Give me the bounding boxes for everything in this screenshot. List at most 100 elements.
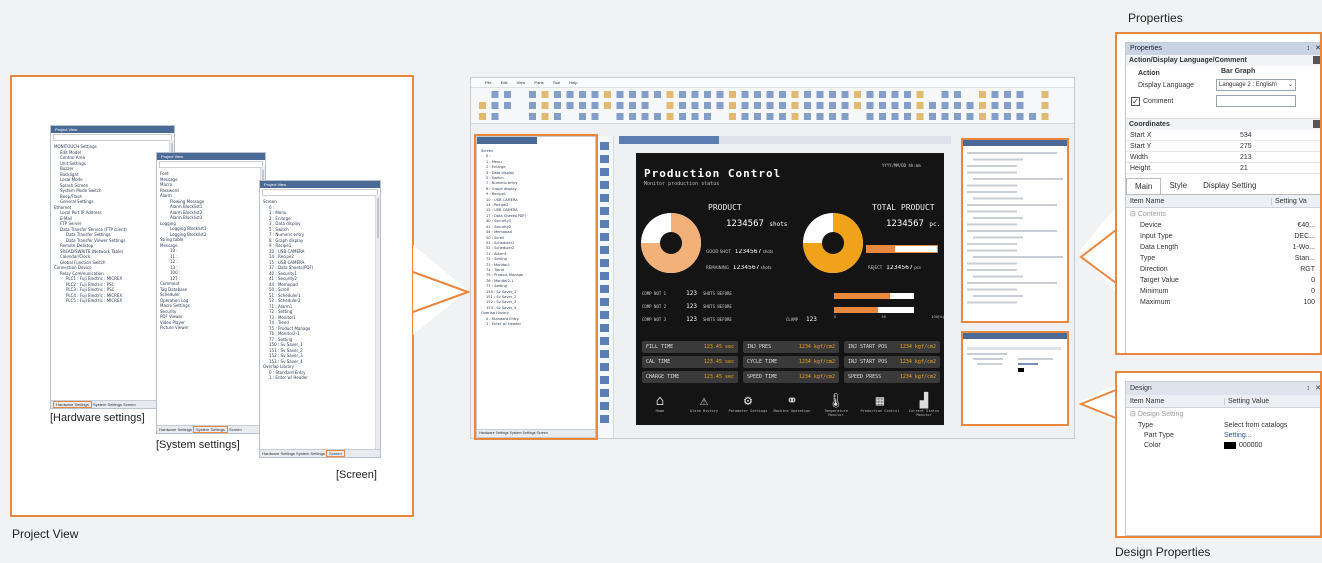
nav-button[interactable]: 🌡 Temperature Monitor	[816, 393, 856, 417]
tab-screen[interactable]: Screen	[326, 450, 345, 457]
nav-button[interactable]: ⚠ Alarm History	[684, 393, 724, 413]
shots-before-label: SHOTS BEFORE	[703, 291, 732, 296]
color-value: 000000	[1239, 442, 1262, 449]
nav-button[interactable]: ⚙ Parameter Settings	[728, 393, 768, 413]
property-row[interactable]: Maximum 100	[1126, 297, 1322, 308]
tree-item[interactable]: Picture Viewer	[160, 325, 259, 331]
coordinate-row[interactable]: Height 21	[1126, 163, 1322, 174]
property-row[interactable]: Data Length 1-Wo...	[1126, 242, 1322, 253]
pin-icon[interactable]: ↕	[1307, 382, 1311, 395]
property-value: DEC...	[1275, 233, 1315, 240]
menu-edit[interactable]: Edit	[501, 80, 508, 85]
screen-label: [Screen]	[336, 469, 377, 481]
nav-button[interactable]: ⚭ Machine Operation	[772, 393, 812, 413]
collapse-icon[interactable]	[1313, 120, 1321, 128]
coordinate-row[interactable]: Start X 534	[1126, 130, 1322, 141]
close-icon[interactable]: ✕	[1315, 43, 1321, 55]
property-row[interactable]: Target Value 0	[1126, 275, 1322, 286]
hmi-screen-canvas[interactable]: Production Control Monitor production st…	[636, 153, 944, 425]
tree-item[interactable]: 1 : Enter w/ Header	[263, 375, 374, 381]
tab-bar: Hardware Settings System Settings Screen	[157, 425, 265, 433]
color-swatch[interactable]	[1224, 442, 1236, 449]
coordinate-row[interactable]: Start Y 275	[1126, 141, 1322, 152]
nav-label: Production Control	[860, 409, 900, 413]
collapse-minus-icon: ⊟	[1130, 211, 1138, 218]
design-setting-group[interactable]: ⊟ Design Setting	[1126, 408, 1322, 420]
property-row[interactable]: Direction RGT	[1126, 264, 1322, 275]
bar-graph-1[interactable]	[834, 293, 914, 299]
tab-system-settings[interactable]: System Settings	[296, 451, 325, 456]
search-input[interactable]	[159, 161, 263, 168]
scrollbar[interactable]	[375, 195, 380, 449]
coordinate-label: Start X	[1130, 132, 1240, 139]
nav-button[interactable]: ⌂ Home	[640, 393, 680, 413]
bar-graph-2[interactable]	[834, 307, 914, 313]
property-row[interactable]: Minimum 0	[1126, 286, 1322, 297]
bar-graph-selected[interactable]	[866, 245, 938, 253]
nav-button[interactable]: ▦ Production Control	[860, 393, 900, 413]
tab-display-setting[interactable]: Display Setting	[1195, 178, 1264, 194]
property-row[interactable]: Device €40...	[1126, 220, 1322, 231]
tab-style[interactable]: Style	[1161, 178, 1195, 194]
toolbar-icons[interactable]	[471, 88, 1071, 124]
display-language-label: Display Language	[1138, 82, 1194, 89]
collapse-icon[interactable]	[1313, 56, 1321, 64]
coordinate-row[interactable]: Width 213	[1126, 152, 1322, 163]
comment-checkbox[interactable]: ✓	[1131, 97, 1140, 106]
tab-bar: Hardware Settings System Settings Screen	[260, 449, 380, 457]
property-value: €40...	[1275, 222, 1315, 229]
menu-view[interactable]: View	[517, 80, 526, 85]
menu-parts[interactable]: Parts	[534, 80, 543, 85]
search-input[interactable]	[53, 134, 172, 141]
clamp-value: 123	[806, 316, 817, 323]
menu-tool[interactable]: Tool	[553, 80, 560, 85]
close-icon[interactable]: ✕	[1315, 382, 1321, 395]
tab-screen[interactable]: Screen	[229, 427, 242, 432]
pill-value: 123.45 sec	[704, 371, 734, 383]
type-row[interactable]: Type Select from catalogs	[1126, 420, 1322, 430]
tab-screen[interactable]: Screen	[123, 402, 136, 407]
main-rows: Device €40... Input Type DEC... Data Length 1…	[1126, 220, 1322, 308]
tree-item[interactable]: PLC5 : Fuji Electric : MICREX	[54, 298, 168, 304]
display-language-select[interactable]: Language 2 : English\ ⌄	[1216, 79, 1296, 91]
status-pill: FILL TIME 123.45 sec	[642, 341, 738, 353]
tab-hardware-settings[interactable]: Hardware Settings	[262, 451, 295, 456]
good-shot-unit: shots	[763, 249, 774, 254]
tab-hardware-settings[interactable]: Hardware Settings	[159, 427, 192, 432]
column-setting-value: Setting Va	[1271, 198, 1307, 205]
tab-system-settings[interactable]: System Settings	[93, 402, 122, 407]
pin-icon[interactable]: ↕	[1307, 43, 1311, 55]
nav-button[interactable]: ▟ Current Status Monitor	[904, 393, 944, 417]
parts-icons[interactable]	[596, 136, 614, 436]
contents-group[interactable]: ⊟ Contents	[1126, 208, 1322, 220]
total-product-label: TOTAL PRODUCT	[872, 203, 935, 212]
property-row[interactable]: Input Type DEC...	[1126, 231, 1322, 242]
datetime: YYYY/MM/DD hh:mm	[882, 163, 921, 168]
menu-file[interactable]: File	[485, 80, 491, 85]
pill-value: 1234 kgf/cm2	[900, 371, 936, 383]
tab-system-settings[interactable]: System Settings	[193, 426, 228, 433]
color-row[interactable]: Color 000000	[1126, 440, 1322, 450]
pill-value: 123.45 sec	[704, 341, 734, 353]
tab-main[interactable]: Main	[1126, 178, 1161, 194]
property-label: Minimum	[1140, 288, 1275, 295]
part-type-value[interactable]: Setting...	[1224, 432, 1252, 439]
total-count: 1234567	[886, 219, 924, 229]
part-type-row[interactable]: Part Type Setting...	[1126, 430, 1322, 440]
tab-hardware-settings[interactable]: Hardware Settings	[53, 401, 92, 408]
remaining-label: REMAINING	[706, 265, 729, 270]
total-unit: pc.	[929, 221, 940, 228]
design-properties-caption: Design Properties	[1115, 545, 1210, 559]
property-value: Stan...	[1275, 255, 1315, 262]
comp-label: COMP NOT 2	[642, 304, 666, 309]
search-input[interactable]	[262, 189, 378, 196]
coordinate-label: Start Y	[1130, 143, 1240, 150]
comment-input[interactable]	[1216, 95, 1296, 107]
total-value: 1234567 pc.	[886, 219, 940, 229]
display-language-value: Language 2 : English\	[1219, 82, 1277, 88]
property-row[interactable]: Type Stan...	[1126, 253, 1322, 264]
collapse-minus-icon: ⊟	[1130, 411, 1138, 418]
system-tree: Font Message Macro Password Alarm Flowing Mes…	[160, 171, 259, 423]
remaining-value: 1234567	[733, 265, 760, 271]
menu-help[interactable]: Help	[569, 80, 577, 85]
